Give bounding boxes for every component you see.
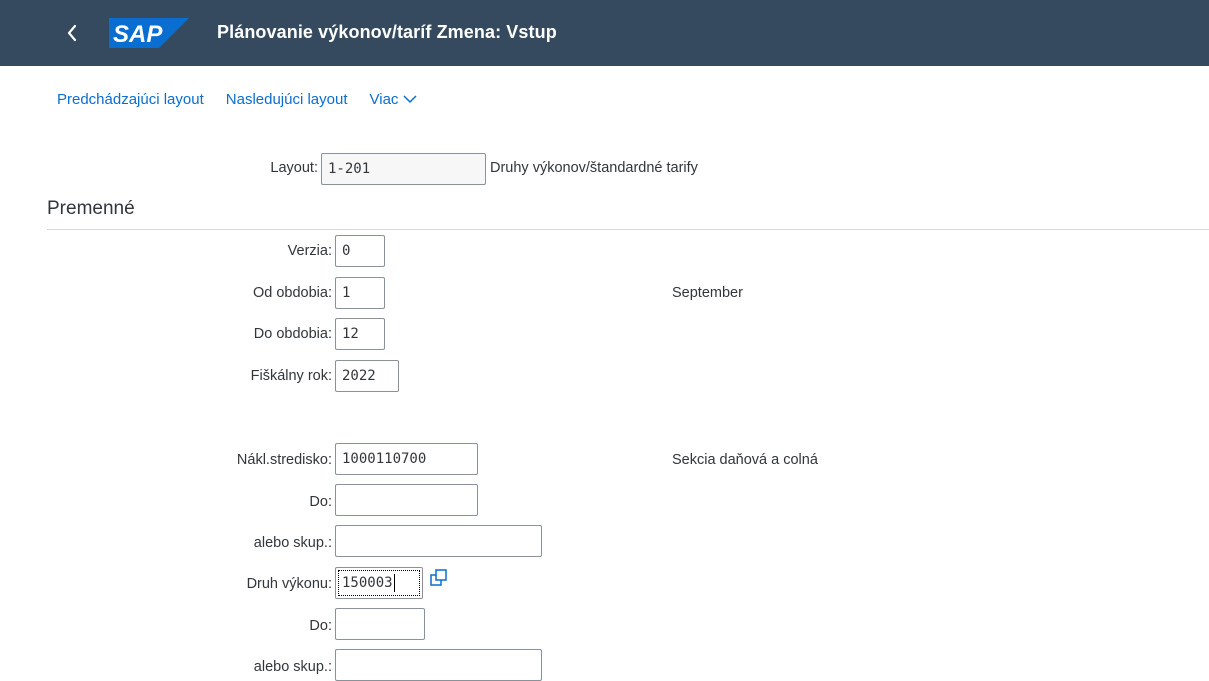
cost-center-group-label: alebo skup.: [253, 535, 332, 551]
value-help-button[interactable] [428, 567, 450, 589]
next-layout-button[interactable]: Nasledujúci layout [226, 91, 348, 108]
toolbar: Predchádzajúci layout Nasledujúci layout… [57, 88, 418, 110]
section-title: Premenné [47, 198, 135, 219]
to-period-field[interactable]: 12 [335, 318, 385, 350]
activity-type-label: Druh výkonu: [246, 576, 332, 592]
back-button[interactable] [60, 16, 84, 50]
from-period-label: Od obdobia: [252, 285, 332, 301]
shell-bar: SAP Plánovanie výkonov/taríf Zmena: Vstu… [0, 0, 1209, 66]
activity-type-to-label: Do: [309, 618, 332, 634]
fiscal-year-field[interactable]: 2022 [335, 360, 399, 392]
cost-center-to-label: Do: [309, 494, 332, 510]
cost-center-description: Sekcia daňová a colná [672, 452, 818, 468]
from-period-field[interactable]: 1 [335, 277, 385, 309]
activity-type-group-label: alebo skup.: [253, 659, 332, 675]
version-label: Verzia: [287, 243, 332, 259]
more-menu-button[interactable]: Viac [370, 91, 419, 108]
activity-type-to-field[interactable] [335, 608, 425, 640]
version-field[interactable]: 0 [335, 235, 385, 267]
value-help-icon [430, 569, 447, 586]
cost-center-to-field[interactable] [335, 484, 478, 516]
sap-logo[interactable]: SAP [109, 18, 189, 48]
chevron-left-icon [67, 24, 77, 42]
activity-type-group-field[interactable] [335, 649, 542, 681]
cost-center-label: Nákl.stredisko: [236, 452, 332, 468]
fiscal-year-label: Fiškálny rok: [250, 368, 332, 384]
activity-type-value: 150003 [342, 575, 393, 591]
more-label: Viac [369, 90, 399, 108]
cost-center-group-field[interactable] [335, 525, 542, 557]
from-period-description: September [672, 285, 743, 301]
activity-type-field[interactable]: 150003 [335, 567, 423, 599]
chevron-down-icon [403, 95, 417, 104]
text-cursor [393, 574, 395, 592]
app-title: Plánovanie výkonov/taríf Zmena: Vstup [217, 22, 557, 42]
cost-center-field[interactable]: 1000110700 [335, 443, 478, 475]
layout-description: Druhy výkonov/štandardné tarify [490, 160, 698, 176]
svg-text:SAP: SAP [113, 21, 163, 48]
section-divider [47, 229, 1209, 230]
layout-label: Layout: [270, 160, 318, 176]
previous-layout-button[interactable]: Predchádzajúci layout [57, 91, 204, 108]
to-period-label: Do obdobia: [253, 326, 332, 342]
layout-field[interactable]: 1-201 [321, 153, 486, 185]
